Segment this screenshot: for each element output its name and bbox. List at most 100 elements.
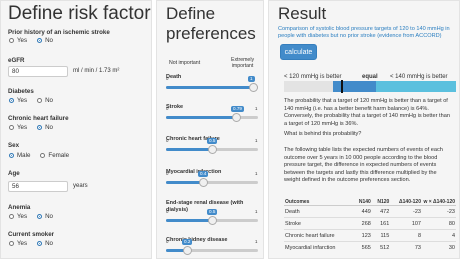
header-weighted-delta: w × Δ140-120 [422, 187, 456, 206]
smoker-no-radio[interactable] [37, 241, 43, 246]
table-cell: 30 [422, 241, 456, 253]
sex-female-radio[interactable] [40, 153, 46, 158]
slider-max-label: 1 [255, 239, 258, 244]
prior-stroke-label: Prior history of an ischemic stroke [8, 29, 110, 36]
chf-yes-radio[interactable] [9, 125, 14, 130]
slider-label: Myocardial infarction [166, 169, 222, 175]
extremely-important-label: Extremely important [231, 57, 254, 69]
table-row: Stroke 268 161 107 80 [284, 217, 456, 230]
option-no-label: No [45, 37, 54, 44]
slider-handle[interactable] [208, 145, 217, 154]
bar-equal-label: equal [362, 74, 378, 80]
preferences-title-line1: Define [166, 4, 216, 23]
slider-min-label: 0 [166, 171, 169, 176]
prior-stroke-no-radio[interactable] [37, 38, 43, 43]
preference-slider[interactable]: 0.2 0 1 [166, 239, 258, 255]
risk-factors-panel: Define risk factors Prior history of an … [0, 0, 152, 259]
preference-slider[interactable]: 10 [166, 76, 258, 92]
sex-radios: Male Female [9, 152, 69, 159]
table-cell: 73 [390, 241, 422, 253]
bar-right-label: < 140 mmHg is better [390, 74, 448, 80]
comparison-description: Comparison of systolic blood pressure ta… [278, 26, 450, 39]
egfr-input[interactable]: 80 [8, 66, 68, 77]
table-cell: 512 [371, 241, 391, 253]
header-n120: N120 [371, 187, 391, 206]
table-cell: -23 [422, 205, 456, 218]
table-cell: 123 [353, 229, 372, 242]
slider-min-label: 0 [166, 106, 169, 111]
table-cell: Myocardial infarction [284, 241, 354, 253]
option-no-label: No [45, 124, 54, 131]
slider-max-label: 1 [255, 209, 258, 214]
age-unit: years [73, 183, 88, 189]
table-cell: 115 [371, 229, 391, 242]
option-yes-label: Yes [17, 97, 28, 104]
age-input[interactable]: 56 [8, 181, 68, 192]
smoker-label: Current smoker [8, 231, 55, 238]
smoker-yes-radio[interactable] [9, 241, 14, 246]
slider-value-badge: 1 [248, 76, 255, 82]
preferences-title-line2: preferences [166, 24, 256, 43]
extremely-label-line2: important [231, 63, 254, 69]
slider-value-badge: 0.5 [207, 209, 218, 215]
table-explanation: The following table lists the expected n… [284, 147, 443, 183]
slider-min-label: 0 [166, 138, 169, 143]
slider-handle[interactable] [208, 216, 217, 225]
slider-handle[interactable] [232, 113, 241, 122]
slider-handle[interactable] [249, 83, 258, 92]
not-important-label: Not important [169, 60, 201, 66]
egfr-label: eGFR [8, 57, 25, 64]
preference-slider[interactable]: 0.4 0 1 [166, 171, 258, 187]
option-no-label: No [45, 240, 54, 247]
prior-stroke-yes-radio[interactable] [9, 38, 14, 43]
smoker-radios: Yes No [9, 240, 53, 247]
table-cell: 107 [390, 217, 422, 230]
header-delta: Δ140-120 [390, 187, 422, 206]
preferences-panel: Define preferences Not important Extreme… [156, 0, 264, 259]
header-outcomes: Outcomes [284, 187, 354, 206]
result-panel: Result Comparison of systolic blood pres… [268, 0, 460, 259]
chf-no-radio[interactable] [37, 125, 43, 130]
slider-value-badge: 0.2 [182, 239, 193, 245]
table-cell: Death [284, 205, 354, 218]
preferences-title: Define preferences [166, 4, 256, 44]
slider-handle[interactable] [199, 178, 208, 187]
option-yes-label: Yes [17, 213, 28, 220]
calculate-button[interactable]: calculate [280, 44, 317, 60]
anemia-no-radio[interactable] [37, 214, 43, 219]
risk-factors-title: Define risk factors [8, 3, 152, 24]
slider-handle[interactable] [183, 246, 192, 255]
diabetes-yes-radio[interactable] [9, 98, 14, 103]
sex-male-radio[interactable] [9, 153, 14, 158]
option-female-label: Female [48, 152, 70, 159]
anemia-yes-radio[interactable] [9, 214, 14, 219]
table-cell: 8 [390, 229, 422, 242]
table-row: Death 449 472 -23 -23 [284, 205, 456, 218]
outcomes-table: Outcomes N140 N120 Δ140-120 w × Δ140-120… [284, 187, 456, 253]
slider-label: Death [166, 74, 182, 80]
preference-slider[interactable]: 0.5 0 1 [166, 209, 258, 225]
slider-fill [166, 86, 253, 89]
slider-value-badge: 0.79 [231, 106, 244, 112]
table-cell: -23 [390, 205, 422, 218]
diabetes-no-radio[interactable] [37, 98, 43, 103]
table-body: Death 449 472 -23 -23 Stroke 268 161 107 80 Chroni… [284, 205, 456, 253]
table-header-row: Outcomes N140 N120 Δ140-120 w × Δ140-120 [284, 187, 456, 206]
table-cell: 449 [353, 205, 372, 218]
anemia-label: Anemia [8, 204, 31, 211]
slider-fill [166, 116, 236, 119]
slider-max-label: 1 [255, 171, 258, 176]
slider-max-label: 1 [255, 138, 258, 143]
option-yes-label: Yes [17, 37, 28, 44]
table-cell: 268 [353, 217, 372, 230]
slider-fill [166, 181, 203, 184]
table-cell: 161 [371, 217, 391, 230]
preference-slider[interactable]: 0.79 0 1 [166, 106, 258, 122]
slider-label: Chronic kidney disease [166, 237, 228, 243]
probability-marker [341, 80, 343, 93]
preference-slider[interactable]: 0.5 0 1 [166, 138, 258, 154]
table-cell: 4 [422, 229, 456, 242]
slider-min-label: 0 [166, 209, 169, 214]
bar-segment-right [376, 81, 456, 92]
slider-min-label: 0 [166, 76, 169, 81]
